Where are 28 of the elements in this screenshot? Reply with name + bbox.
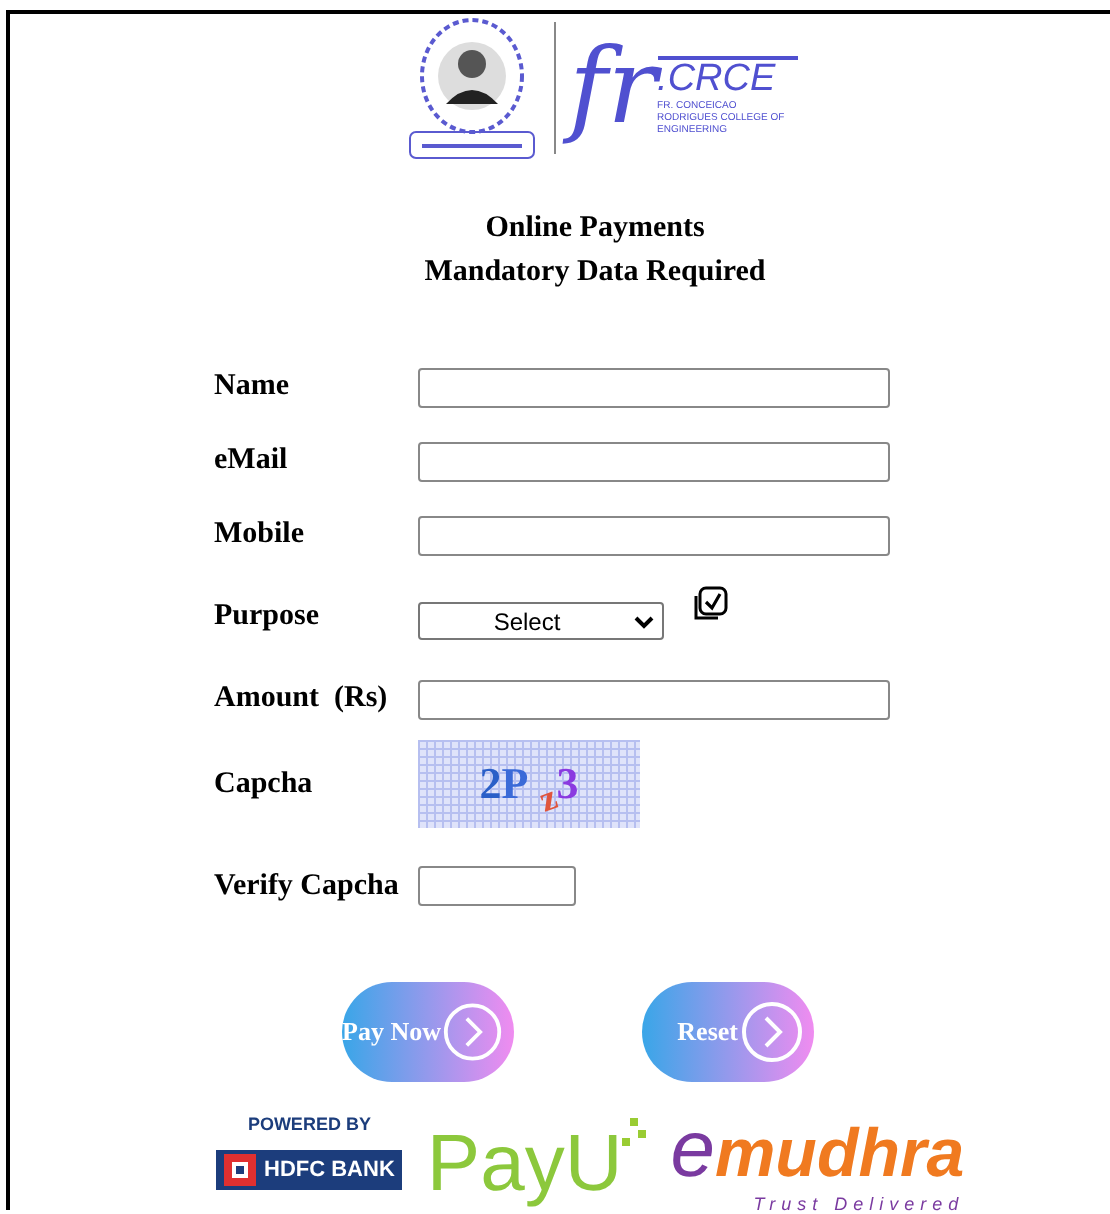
- signature-logo: emudhra Trust Delivered: [670, 1110, 965, 1214]
- dots-icon: [622, 1118, 647, 1146]
- field-label: Capcha: [214, 767, 315, 801]
- field-label: Verify Capcha: [214, 869, 401, 903]
- logo-name: .CRCE: [657, 56, 798, 100]
- form-heading: Online Payments: [485, 210, 705, 248]
- input-field[interactable]: [418, 679, 890, 719]
- gateway-logo: PayU: [426, 1118, 623, 1212]
- input-field[interactable]: [418, 367, 890, 407]
- bank-emblem-icon: [224, 1154, 256, 1186]
- field-label: Name: [214, 370, 291, 404]
- field-label: eMail: [214, 444, 290, 478]
- powered-by-text: POWERED BY: [247, 1114, 371, 1134]
- pill-button[interactable]: Pay Now: [342, 982, 514, 1082]
- input-field[interactable]: [418, 866, 576, 906]
- pill-button[interactable]: Reset: [642, 982, 814, 1082]
- chevron-circle-icon: [442, 1000, 504, 1064]
- chevron-circle-icon: [740, 1000, 804, 1064]
- field-label: Mobile: [214, 518, 306, 552]
- field-label: Purpose: [214, 600, 321, 634]
- purpose-dropdown[interactable]: Select: [418, 602, 664, 640]
- field-label: Amount (Rs): [214, 682, 390, 716]
- chevron-down-icon: [634, 613, 654, 629]
- captcha-image: 2P z 3: [418, 740, 640, 828]
- input-field[interactable]: [418, 441, 890, 481]
- bank-logo: HDFC BANK: [216, 1150, 403, 1190]
- input-field[interactable]: [418, 515, 890, 555]
- form-heading: Mandatory Data Required: [424, 254, 766, 292]
